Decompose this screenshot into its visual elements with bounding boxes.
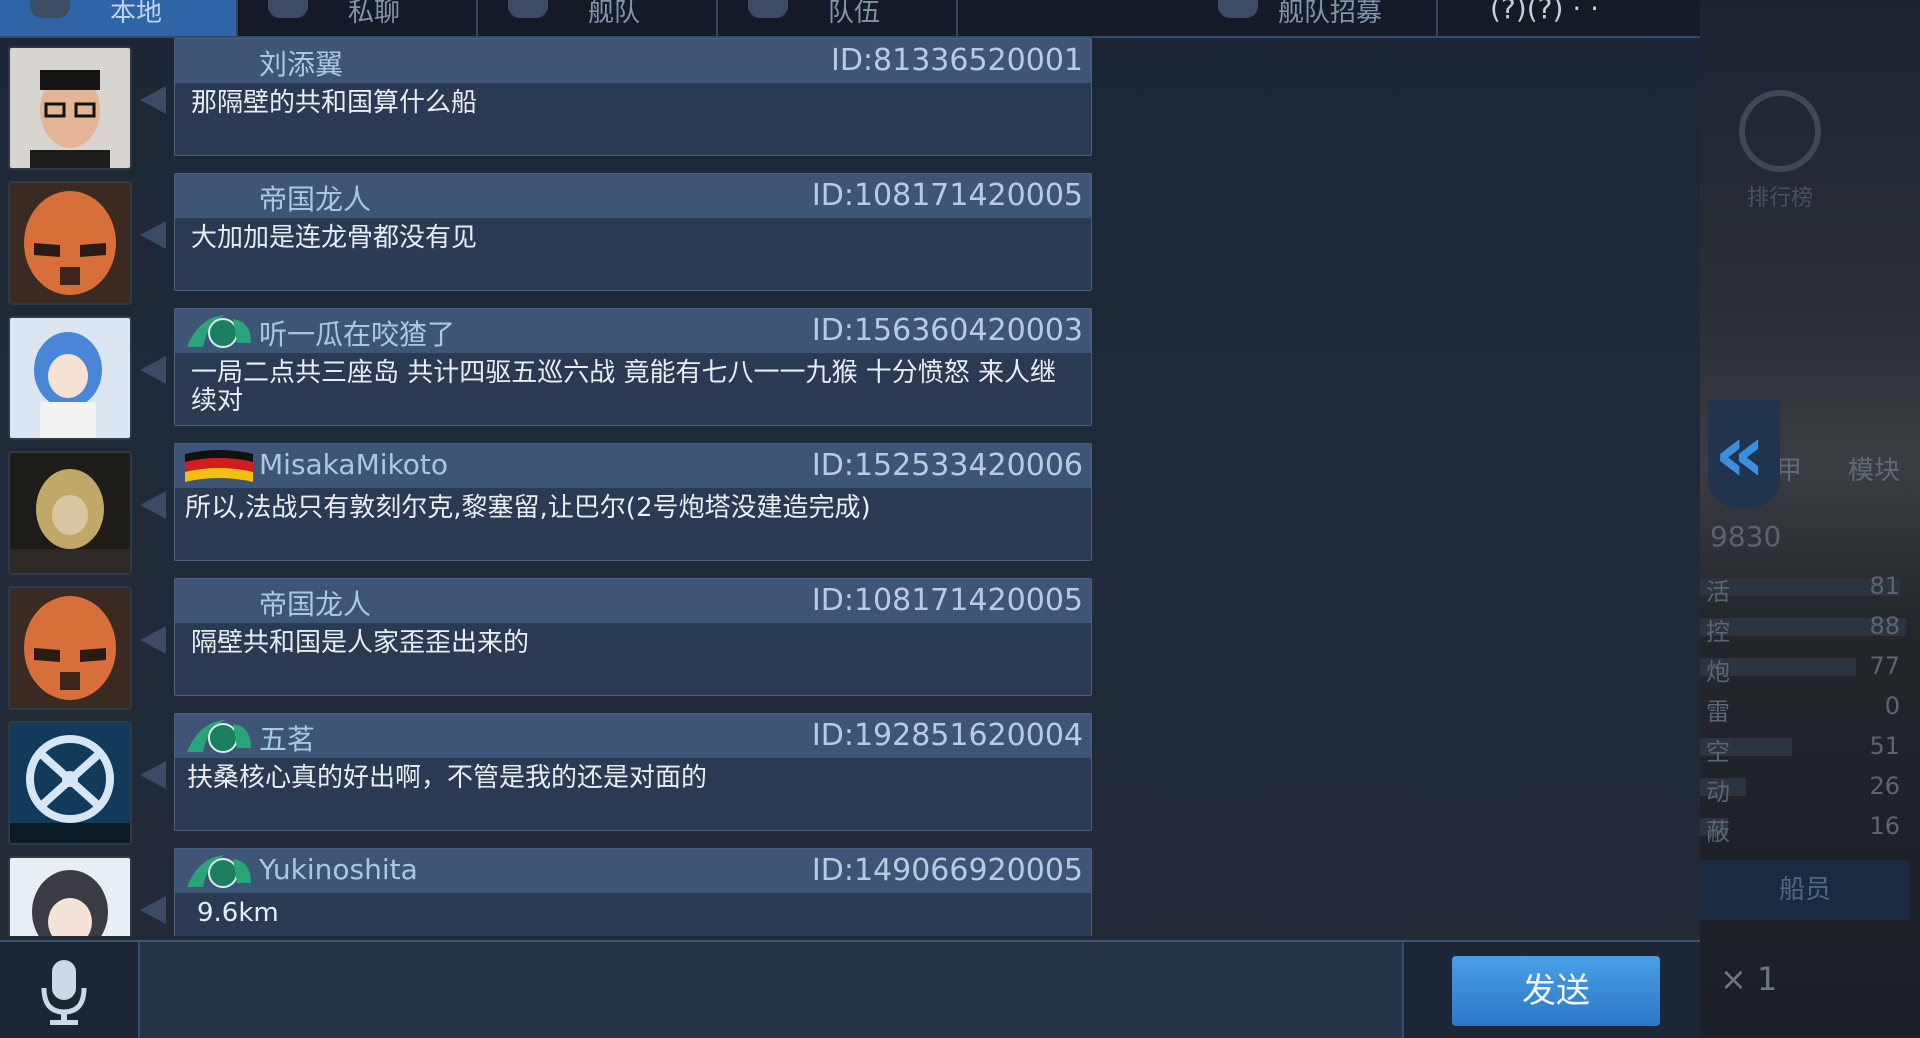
bubble-pointer xyxy=(140,221,166,249)
sender-name[interactable]: 五茗 xyxy=(259,718,315,758)
stat-row: 雷0 xyxy=(1706,692,1900,726)
chat-message: 五茗 ID:192851620004 扶桑核心真的好出啊，不管是我的还是对面的 xyxy=(0,713,1100,845)
recruit-icon xyxy=(1218,0,1258,18)
chat-message: Yukinoshita ID:149066920005 9.6km xyxy=(0,848,1100,936)
bubble-pointer xyxy=(140,356,166,384)
rank-button[interactable]: 排行榜 xyxy=(1735,90,1825,212)
emblem-avatar[interactable] xyxy=(8,721,132,845)
sender-id: ID:108171420005 xyxy=(811,583,1083,618)
sender-name[interactable]: 刘添翼 xyxy=(259,43,343,83)
message-input[interactable] xyxy=(138,942,1404,1038)
multiplier-text: × 1 xyxy=(1720,960,1778,998)
sender-name[interactable]: 听一瓜在咬猹了 xyxy=(259,313,455,353)
status-bar-text: (?)(?) · · xyxy=(1490,0,1600,25)
sender-name[interactable]: 帝国龙人 xyxy=(259,178,371,218)
bubble-pointer xyxy=(140,761,166,789)
chat-bubble-icon xyxy=(268,0,308,18)
message-text: 扶桑核心真的好出啊，不管是我的还是对面的 xyxy=(187,763,708,793)
rank-icon xyxy=(1739,90,1821,172)
message-bubble: 帝国龙人 ID:108171420005 大加加是连龙骨都没有见 xyxy=(174,173,1092,291)
green-wing-badge-icon xyxy=(187,855,251,888)
sender-id: ID:81336520001 xyxy=(830,43,1083,78)
message-text: 那隔壁的共和国算什么船 xyxy=(191,88,478,118)
module-label: 模块 xyxy=(1848,456,1901,486)
message-bubble: MisakaMikoto ID:152533420006 所以,法战只有敦刻尔克… xyxy=(174,443,1092,561)
message-bubble: 听一瓜在咬猹了 ID:156360420003 一局二点共三座岛 共计四驱五巡六… xyxy=(174,308,1092,426)
sender-id: ID:108171420005 xyxy=(811,178,1083,213)
sender-id: ID:152533420006 xyxy=(811,448,1083,483)
stat-row: 炮 77 xyxy=(1700,652,1910,686)
message-bubble: Yukinoshita ID:149066920005 9.6km xyxy=(174,848,1092,936)
tab-fleet[interactable]: 舰队 xyxy=(478,0,718,36)
stat-row: 空 51 xyxy=(1700,732,1910,766)
message-text: 所以,法战只有敦刻尔克,黎塞留,让巴尔(2号炮塔没建造完成) xyxy=(185,493,871,523)
tab-team[interactable]: 队伍 xyxy=(718,0,958,36)
message-text: 大加加是连龙骨都没有见 xyxy=(191,223,478,253)
globe-icon xyxy=(30,0,70,18)
double-chevron-left-icon: « xyxy=(1714,407,1766,500)
chat-message: 刘添翼 ID:81336520001 那隔壁的共和国算什么船 xyxy=(0,38,1100,170)
sender-name[interactable]: MisakaMikoto xyxy=(259,448,448,481)
bismarck-avatar[interactable] xyxy=(8,451,132,575)
bubble-pointer xyxy=(140,626,166,654)
team-icon xyxy=(748,0,788,18)
collapse-chat-button[interactable]: « xyxy=(1708,400,1780,508)
send-button[interactable]: 发送 xyxy=(1452,956,1660,1026)
chat-message: MisakaMikoto ID:152533420006 所以,法战只有敦刻尔克… xyxy=(0,443,1100,575)
trooper-helmet-avatar[interactable] xyxy=(8,586,132,710)
stat-row: 动 26 xyxy=(1700,772,1910,806)
anime-girl-avatar-2[interactable] xyxy=(8,856,132,936)
sender-id: ID:149066920005 xyxy=(811,853,1083,888)
stat-row: 控 88 xyxy=(1700,612,1910,646)
stat-row: 蔽 16 xyxy=(1700,812,1910,846)
german-flag-badge-icon xyxy=(185,450,253,482)
message-bubble: 帝国龙人 ID:108171420005 隔壁共和国是人家歪歪出来的 xyxy=(174,578,1092,696)
bubble-pointer xyxy=(140,86,166,114)
crew-button[interactable]: 船员 xyxy=(1700,860,1910,920)
chat-input-bar: 发送 xyxy=(0,940,1700,1038)
stat-row: 活 81 xyxy=(1700,572,1910,606)
green-wing-badge-icon xyxy=(187,315,251,348)
anime-girl-avatar[interactable] xyxy=(8,316,132,440)
chat-panel: 本地 私聊 舰队 队伍 舰队招募 (?)(?) · · 刘添翼 ID:81336… xyxy=(0,0,1700,1038)
message-bubble: 五茗 ID:192851620004 扶桑核心真的好出啊，不管是我的还是对面的 xyxy=(174,713,1092,831)
bubble-pointer xyxy=(140,491,166,519)
sender-id: ID:156360420003 xyxy=(811,313,1083,348)
face-avatar[interactable] xyxy=(8,46,132,170)
rank-label: 排行榜 xyxy=(1746,186,1813,211)
sender-name[interactable]: 帝国龙人 xyxy=(259,583,371,623)
message-text: 一局二点共三座岛 共计四驱五巡六战 竟能有七八一一九猴 十分愤怒 来人继续对 xyxy=(191,358,1057,416)
background-game-panel: 排行榜 装甲 模块 9830 活81 控88 炮77 雷0 空51 动26 蔽1… xyxy=(1700,0,1920,1036)
tab-local[interactable]: 本地 xyxy=(0,0,238,36)
message-bubble: 刘添翼 ID:81336520001 那隔壁的共和国算什么船 xyxy=(174,38,1092,156)
message-text: 隔壁共和国是人家歪歪出来的 xyxy=(191,628,530,658)
tab-private[interactable]: 私聊 xyxy=(238,0,478,36)
microphone-icon[interactable] xyxy=(28,956,100,1028)
tab-fleet-recruit[interactable]: 舰队招募 xyxy=(958,0,1438,36)
sender-name[interactable]: Yukinoshita xyxy=(259,853,418,886)
power-score: 9830 xyxy=(1710,520,1782,553)
chat-tabs: 本地 私聊 舰队 队伍 舰队招募 (?)(?) · · xyxy=(0,0,1700,38)
message-text: 9.6km xyxy=(197,898,279,928)
chat-message: 听一瓜在咬猹了 ID:156360420003 一局二点共三座岛 共计四驱五巡六… xyxy=(0,308,1100,440)
fleet-icon xyxy=(508,0,548,18)
green-wing-badge-icon xyxy=(187,720,251,753)
bubble-pointer xyxy=(140,896,166,924)
chat-message: 帝国龙人 ID:108171420005 大加加是连龙骨都没有见 xyxy=(0,173,1100,305)
trooper-helmet-avatar[interactable] xyxy=(8,181,132,305)
chat-message: 帝国龙人 ID:108171420005 隔壁共和国是人家歪歪出来的 xyxy=(0,578,1100,710)
sender-id: ID:192851620004 xyxy=(811,718,1083,753)
